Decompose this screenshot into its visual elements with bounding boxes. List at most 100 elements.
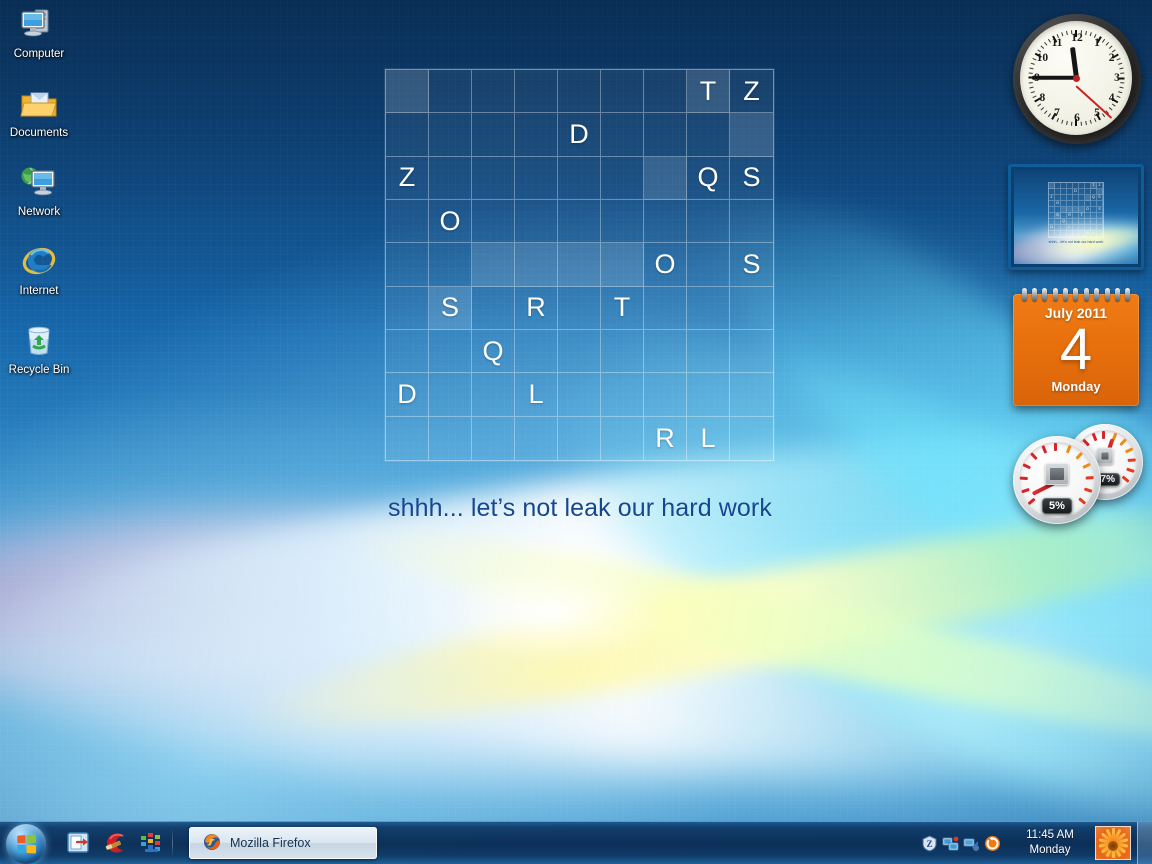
- crossword-cell[interactable]: [558, 199, 601, 244]
- crossword-cell[interactable]: R: [644, 416, 687, 460]
- crossword-cell[interactable]: L: [515, 373, 558, 417]
- action-center-tray-icon[interactable]: [963, 835, 980, 852]
- crossword-cell[interactable]: [386, 113, 429, 157]
- crossword-cell[interactable]: Q: [472, 329, 515, 374]
- crossword-cell[interactable]: [429, 156, 472, 200]
- crossword-cell[interactable]: Z: [386, 156, 429, 200]
- crossword-cell[interactable]: T: [601, 286, 644, 330]
- crossword-cell[interactable]: S: [730, 156, 773, 200]
- crossword-cell[interactable]: [515, 243, 558, 287]
- desktop-icon-network[interactable]: Network: [0, 162, 78, 219]
- crossword-cell[interactable]: [644, 70, 687, 114]
- crossword-cell[interactable]: O: [644, 243, 687, 287]
- crossword-cell[interactable]: [558, 156, 601, 200]
- crossword-cell[interactable]: [472, 199, 515, 244]
- crossword-cell[interactable]: [687, 373, 730, 417]
- crossword-cell[interactable]: [386, 243, 429, 287]
- start-button[interactable]: [2, 823, 50, 864]
- crossword-cell[interactable]: D: [558, 113, 601, 157]
- crossword-cell[interactable]: [386, 329, 429, 374]
- crossword-cell[interactable]: [429, 373, 472, 417]
- crossword-cell[interactable]: [730, 329, 773, 374]
- crossword-cell[interactable]: [644, 286, 687, 330]
- crossword-cell[interactable]: [429, 329, 472, 374]
- crossword-cell[interactable]: [730, 373, 773, 417]
- crossword-cell[interactable]: T: [687, 70, 730, 114]
- crossword-cell[interactable]: [558, 416, 601, 460]
- crossword-cell[interactable]: [515, 70, 558, 114]
- desktop-icon-documents[interactable]: Documents: [0, 83, 78, 140]
- crossword-cell[interactable]: [601, 416, 644, 460]
- crossword-cell[interactable]: [687, 243, 730, 287]
- crossword-puzzle[interactable]: TZDZQSOOSSRTQDLRL: [385, 69, 774, 461]
- crossword-cell[interactable]: [386, 286, 429, 330]
- crossword-cell[interactable]: O: [429, 199, 472, 244]
- crossword-cell[interactable]: [558, 286, 601, 330]
- crossword-cell[interactable]: [429, 416, 472, 460]
- crossword-cell[interactable]: [386, 70, 429, 114]
- taskbar-button-firefox[interactable]: Mozilla Firefox: [189, 827, 377, 859]
- crossword-cell[interactable]: [386, 199, 429, 244]
- crossword-cell[interactable]: [429, 113, 472, 157]
- crossword-cell[interactable]: [558, 329, 601, 374]
- crossword-cell[interactable]: [558, 373, 601, 417]
- crossword-cell[interactable]: [558, 70, 601, 114]
- crossword-cell[interactable]: [472, 243, 515, 287]
- taskbar[interactable]: Mozilla Firefox Z 11:45 AM Monday: [0, 821, 1152, 864]
- crossword-cell[interactable]: [644, 373, 687, 417]
- crossword-cell[interactable]: [601, 329, 644, 374]
- show-desktop-button[interactable]: [1137, 822, 1152, 864]
- slideshow-gadget[interactable]: TZDZQSOOSSRTQDLRL shhh... let’s not leak…: [1008, 164, 1144, 270]
- crossword-cell[interactable]: [644, 329, 687, 374]
- crossword-cell[interactable]: D: [386, 373, 429, 417]
- crossword-cell[interactable]: [644, 113, 687, 157]
- crossword-cell[interactable]: [472, 113, 515, 157]
- clock-gadget[interactable]: 121234567891011: [1007, 8, 1145, 148]
- crossword-cell[interactable]: [601, 199, 644, 244]
- ccleaner-icon[interactable]: [102, 830, 128, 856]
- crossword-cell[interactable]: [644, 199, 687, 244]
- crossword-cell[interactable]: [386, 416, 429, 460]
- crossword-cell[interactable]: [687, 329, 730, 374]
- network-tray-icon[interactable]: [942, 835, 959, 852]
- crossword-cell[interactable]: [730, 113, 773, 157]
- cpu-meter[interactable]: 5%: [1013, 436, 1101, 524]
- crossword-cell[interactable]: [515, 156, 558, 200]
- desktop-icon-internet[interactable]: Internet: [0, 241, 78, 298]
- crossword-cell[interactable]: S: [429, 286, 472, 330]
- show-desktop-icon[interactable]: [66, 830, 92, 856]
- flower-thumbnail[interactable]: [1095, 826, 1131, 860]
- crossword-cell[interactable]: [730, 286, 773, 330]
- crossword-cell[interactable]: [687, 286, 730, 330]
- crossword-cell[interactable]: S: [730, 243, 773, 287]
- crossword-cell[interactable]: [687, 113, 730, 157]
- desktop-icon-recycle-bin[interactable]: Recycle Bin: [0, 320, 78, 377]
- crossword-cell[interactable]: [730, 199, 773, 244]
- crossword-cell[interactable]: Q: [687, 156, 730, 200]
- zonealarm-tray-icon[interactable]: Z: [921, 834, 938, 852]
- crossword-cell[interactable]: [429, 243, 472, 287]
- crossword-cell[interactable]: [601, 156, 644, 200]
- crossword-cell[interactable]: [472, 156, 515, 200]
- crossword-cell[interactable]: [644, 156, 687, 200]
- crossword-cell[interactable]: [515, 113, 558, 157]
- crossword-cell[interactable]: [472, 373, 515, 417]
- desktop-icon-computer[interactable]: Computer: [0, 4, 78, 61]
- crossword-cell[interactable]: [429, 70, 472, 114]
- crossword-cell[interactable]: R: [515, 286, 558, 330]
- crossword-cell[interactable]: [515, 329, 558, 374]
- crossword-cell[interactable]: [472, 416, 515, 460]
- update-tray-icon[interactable]: [984, 835, 1001, 852]
- crossword-cell[interactable]: [515, 416, 558, 460]
- crossword-cell[interactable]: [730, 416, 773, 460]
- crossword-cell[interactable]: [472, 286, 515, 330]
- calendar-gadget[interactable]: July 2011 4 Monday: [1013, 288, 1139, 406]
- crossword-cell[interactable]: [472, 70, 515, 114]
- crossword-cell[interactable]: [558, 243, 601, 287]
- crossword-cell[interactable]: [601, 373, 644, 417]
- crossword-cell[interactable]: [601, 113, 644, 157]
- crossword-cell[interactable]: Z: [730, 70, 773, 114]
- crossword-cell[interactable]: L: [687, 416, 730, 460]
- defraggler-icon[interactable]: [138, 830, 164, 856]
- crossword-grid[interactable]: TZDZQSOOSSRTQDLRL: [385, 69, 774, 461]
